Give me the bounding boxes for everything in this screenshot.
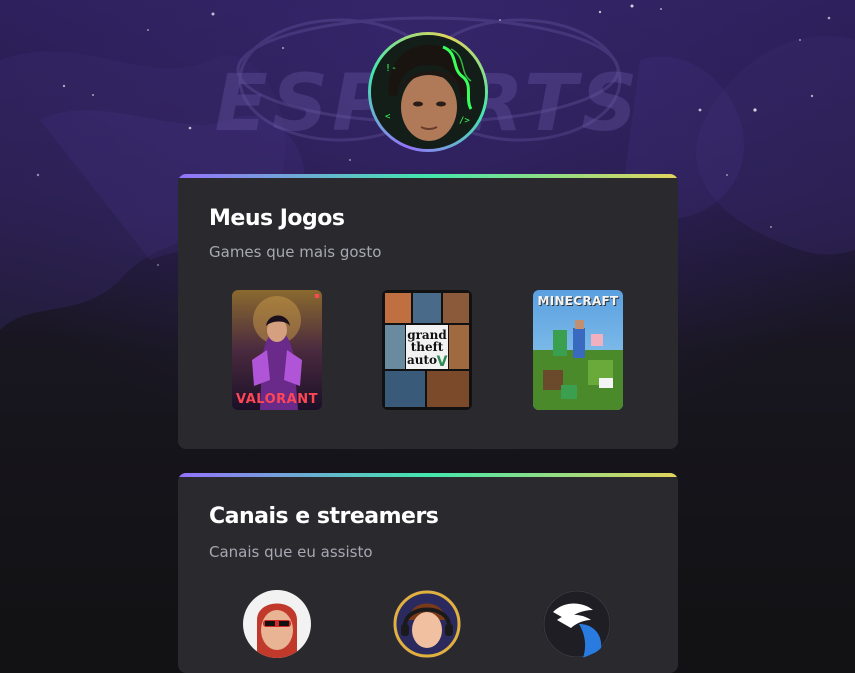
gta-word-auto: auto bbox=[407, 353, 437, 367]
game-minecraft[interactable]: MINECRAFT bbox=[533, 290, 623, 410]
profile-avatar: !- < /> bbox=[368, 32, 488, 152]
streamer-avatar-red-glasses-icon bbox=[243, 590, 311, 658]
gta-word-theft: theft bbox=[411, 340, 444, 354]
games-title: Meus Jogos bbox=[209, 206, 345, 231]
games-card: Meus Jogos Games que mais gosto VALORANT bbox=[178, 174, 678, 449]
channels-card: Canais e streamers Canais que eu assisto bbox=[178, 473, 678, 673]
channel-avatar-2[interactable] bbox=[393, 590, 461, 658]
svg-text:/>: /> bbox=[459, 116, 470, 126]
svg-text:!-: !- bbox=[385, 63, 397, 74]
gta-v-cover-icon: grand theft auto V bbox=[382, 290, 472, 410]
profile-avatar-photo: !- < /> bbox=[371, 35, 485, 149]
gta-word-v: V bbox=[437, 354, 448, 370]
games-subtitle: Games que mais gosto bbox=[209, 243, 382, 261]
game-valorant[interactable]: VALORANT bbox=[232, 290, 322, 410]
channel-avatar-3[interactable] bbox=[543, 590, 611, 658]
channels-subtitle: Canais que eu assisto bbox=[209, 543, 373, 561]
streamer-avatar-winged-logo-icon bbox=[543, 590, 611, 658]
game-gta-v[interactable]: grand theft auto V bbox=[382, 290, 472, 410]
minecraft-cover-icon bbox=[533, 290, 623, 410]
valorant-cover-icon bbox=[232, 290, 322, 410]
channel-avatar-1[interactable] bbox=[243, 590, 311, 658]
streamer-avatar-cartoon-headset-icon bbox=[393, 590, 461, 658]
channels-title: Canais e streamers bbox=[209, 504, 439, 529]
svg-text:<: < bbox=[385, 112, 391, 122]
